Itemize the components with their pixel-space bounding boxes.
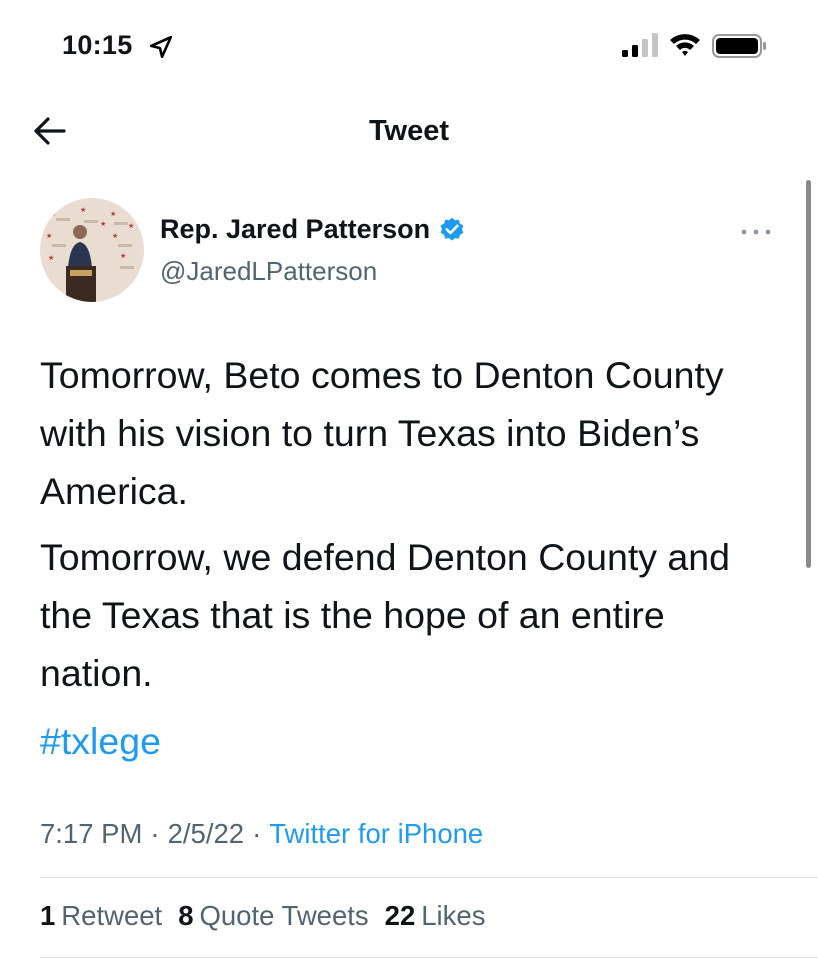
avatar[interactable]: ★ ★ ★ ★ ★ ★ ★ ★ ★ (40, 198, 144, 302)
tweet-paragraph-2: Tomorrow, we defend Denton County and th… (40, 536, 730, 694)
tweet-meta: 7:17 PM · 2/5/22 · Twitter for iPhone (40, 818, 483, 850)
divider (40, 957, 818, 958)
svg-text:★: ★ (112, 232, 118, 240)
svg-text:★: ★ (50, 210, 56, 218)
hashtag-link[interactable]: #txlege (40, 712, 161, 770)
retweets-label: Retweet (61, 900, 163, 931)
likes-stat[interactable]: 22 Likes (385, 900, 486, 932)
author-name[interactable]: Rep. Jared Patterson (160, 214, 430, 245)
svg-text:★: ★ (110, 210, 116, 218)
svg-text:★: ★ (120, 252, 126, 260)
status-time: 10:15 (62, 30, 133, 60)
svg-text:★: ★ (100, 220, 106, 228)
svg-text:★: ★ (46, 232, 52, 240)
retweets-stat[interactable]: 1 Retweet (40, 900, 162, 932)
page-title: Tweet (368, 115, 450, 147)
meta-separator: · (252, 818, 262, 849)
divider (40, 877, 818, 878)
tweet-source-link[interactable]: Twitter for iPhone (269, 818, 483, 850)
wifi-icon (670, 34, 700, 56)
quotes-count: 8 (178, 900, 194, 931)
likes-count: 22 (384, 900, 416, 931)
author-handle[interactable]: @JaredLPatterson (160, 256, 377, 287)
tweet-paragraph-1: Tomorrow, Beto comes to Denton County wi… (40, 354, 724, 512)
likes-label: Likes (421, 900, 486, 931)
retweets-count: 1 (40, 900, 56, 931)
quotes-label: Quote Tweets (199, 900, 369, 931)
svg-text:★: ★ (80, 206, 86, 214)
cellular-signal-icon (622, 33, 658, 57)
tweet-time: 7:17 PM (40, 818, 143, 849)
svg-text:★: ★ (48, 254, 54, 262)
tweet-date: 2/5/22 (167, 818, 245, 849)
quote-tweets-stat[interactable]: 8 Quote Tweets (178, 900, 368, 932)
location-arrow-icon (149, 35, 173, 59)
verified-badge-icon (440, 217, 464, 241)
meta-separator: · (150, 818, 160, 849)
more-options-icon[interactable] (736, 224, 776, 240)
author-name-row[interactable]: Rep. Jared Patterson (160, 214, 466, 245)
tweet-stats: 1 Retweet 8 Quote Tweets 22 Likes (40, 900, 501, 932)
scrollbar[interactable] (806, 180, 811, 568)
avatar-photo: ★ ★ ★ ★ ★ ★ ★ ★ ★ (40, 198, 144, 302)
svg-text:★: ★ (128, 222, 134, 230)
battery-icon (712, 34, 766, 58)
